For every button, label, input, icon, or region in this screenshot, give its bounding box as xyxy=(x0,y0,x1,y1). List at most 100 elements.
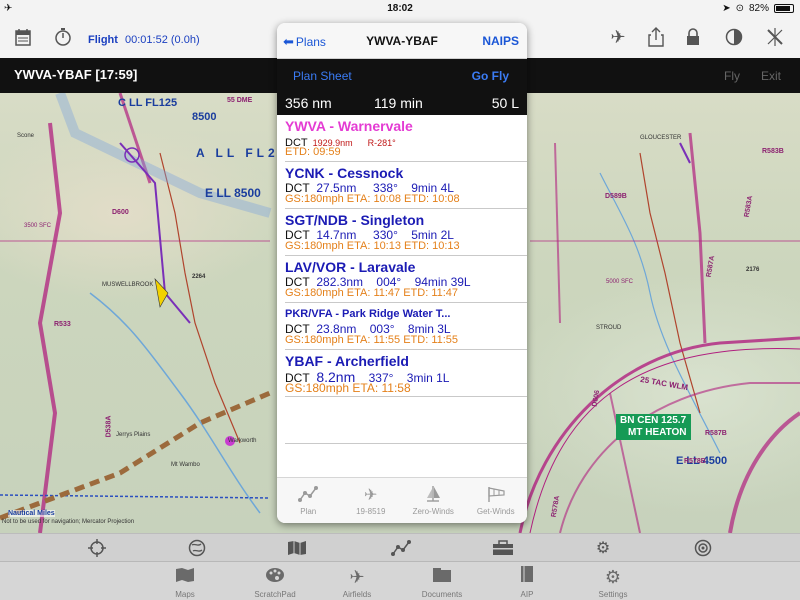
scale-label: Nautical Miles xyxy=(8,510,55,517)
map-label: C LL FL125 xyxy=(118,97,178,109)
map-icon[interactable] xyxy=(284,536,310,560)
map-label: D589B xyxy=(605,193,627,200)
tab-documents[interactable]: Documents xyxy=(407,564,477,599)
map-toolbar: ⚙ xyxy=(0,533,800,561)
brightness-icon[interactable] xyxy=(719,22,749,52)
waypoint-name: YWVA - Warnervale xyxy=(285,118,413,134)
crosshair-icon[interactable] xyxy=(84,536,110,560)
tab-maps[interactable]: Maps xyxy=(150,564,220,599)
airplane-icon: ✈ xyxy=(364,487,378,504)
map-icon xyxy=(150,564,220,590)
plan-sheet-button[interactable]: Plan Sheet xyxy=(293,69,352,83)
map-label: 2176 xyxy=(746,267,760,273)
tab-label: Documents xyxy=(421,590,463,599)
leg-radial: R-281° xyxy=(367,138,396,148)
battery-percent: 82% xyxy=(748,3,769,14)
globe-icon[interactable] xyxy=(184,536,210,560)
exit-button[interactable]: Exit xyxy=(761,69,781,83)
waypoint-name: YBAF - Archerfield xyxy=(285,353,409,369)
popover-nav-bar: ⬅ Plans YWVA-YBAF NAIPS xyxy=(277,23,527,59)
tab-airfields[interactable]: ✈ Airfields xyxy=(322,564,392,599)
lock-icon[interactable] xyxy=(678,22,708,52)
waypoint-row[interactable]: YWVA - Warnervale DCT 1929.9nm R-281° ET… xyxy=(285,115,527,162)
go-fly-button[interactable]: Go Fly xyxy=(472,69,509,83)
map-label: Warkworth xyxy=(228,438,257,444)
waypoint-row[interactable]: LAV/VOR - Laravale DCT 282.3nm 004° 94mi… xyxy=(285,256,527,303)
waypoint-row[interactable]: YCNK - Cessnock DCT 27.5nm 338° 9min 4L … xyxy=(285,162,527,209)
map-label: BN CEN 125.7 xyxy=(620,415,687,426)
total-time: 119 min xyxy=(374,95,423,111)
route-icon[interactable] xyxy=(388,536,414,560)
waypoint-row[interactable]: PKR/VFA - Park Ridge Water T... DCT 23.8… xyxy=(285,303,527,350)
map-label: R583B xyxy=(762,148,784,155)
map-label: D538A xyxy=(105,415,113,438)
settings-gear-icon[interactable]: ⚙ xyxy=(590,536,616,560)
status-time: 18:02 xyxy=(387,3,413,14)
map-label: Mt Wambo xyxy=(171,462,200,468)
tab-label: ScratchPad xyxy=(254,590,296,599)
naips-button[interactable]: NAIPS xyxy=(482,34,519,48)
waypoint-list: YWVA - Warnervale DCT 1929.9nm R-281° ET… xyxy=(277,115,527,444)
target-icon[interactable] xyxy=(690,536,716,560)
status-right: ➤ ⊙ 82% xyxy=(722,3,794,14)
tab-label: Get-Winds xyxy=(476,507,515,516)
tab-label: Maps xyxy=(175,590,195,599)
map-label: E LL 8500 xyxy=(205,186,261,200)
map-notice: Not to be used for navigation; Mercator … xyxy=(2,519,135,525)
book-icon xyxy=(492,564,562,590)
windsock-icon xyxy=(465,485,528,507)
map-label: 3500 SFC xyxy=(24,223,52,229)
tab-aip[interactable]: AIP xyxy=(492,564,562,599)
toolbox-icon[interactable] xyxy=(490,536,516,560)
gear-icon: ⚙ xyxy=(604,567,622,587)
palette-icon xyxy=(240,564,310,590)
no-gps-icon[interactable] xyxy=(760,22,790,52)
tab-aircraft[interactable]: ✈ 19-8519 xyxy=(340,478,403,523)
tab-label: Zero-Winds xyxy=(412,507,454,516)
map-label: 5000 SFC xyxy=(606,279,634,285)
popover-tab-bar: Plan ✈ 19-8519 Zero-Winds Get-Winds xyxy=(277,477,527,523)
route-title: YWVA-YBAF [17:59] xyxy=(14,67,138,82)
airplane-icon[interactable]: ✈ xyxy=(603,22,633,52)
map-label: R578B xyxy=(684,458,706,465)
tab-get-winds[interactable]: Get-Winds xyxy=(465,478,528,523)
status-bar: ✈ 18:02 ➤ ⊙ 82% xyxy=(0,0,800,18)
tab-label: AIP xyxy=(520,590,534,599)
route-icon xyxy=(277,485,340,507)
tab-scratchpad[interactable]: ScratchPad xyxy=(240,564,310,599)
calendar-icon[interactable] xyxy=(8,22,38,52)
main-tab-bar: Maps ScratchPad ✈ Airfields Documents AI… xyxy=(0,561,800,600)
waypoint-eta: GS:180mph ETA: 10:08 ETD: 10:08 xyxy=(285,193,460,205)
tab-label: 19-8519 xyxy=(356,507,386,516)
tab-plan[interactable]: Plan xyxy=(277,478,340,523)
location-icon: ➤ xyxy=(722,3,731,14)
map-frequency-box: BN CEN 125.7 MT HEATON xyxy=(616,414,691,440)
rotation-lock-icon: ⊙ xyxy=(735,3,744,14)
popover-actions: Plan Sheet Go Fly xyxy=(277,59,527,92)
waypoint-eta: GS:180mph ETA: 11:47 ETD: 11:47 xyxy=(285,287,459,299)
map-label: GLOUCESTER xyxy=(640,135,682,141)
map-label: MT HEATON xyxy=(628,427,687,438)
flight-label: Flight xyxy=(88,34,118,46)
airplane-icon: ✈ xyxy=(349,567,365,587)
total-distance: 356 nm xyxy=(285,95,332,111)
map-label: MUSWELLBROOK xyxy=(102,282,154,288)
tab-settings[interactable]: ⚙ Settings xyxy=(578,564,648,599)
waypoint-eta: GS:180mph ETA: 11:55 ETD: 11:55 xyxy=(285,334,459,346)
map-label: 2264 xyxy=(192,274,206,280)
waypoint-row[interactable]: SGT/NDB - Singleton DCT 14.7nm 330° 5min… xyxy=(285,209,527,256)
share-icon[interactable] xyxy=(641,22,671,52)
fly-button[interactable]: Fly xyxy=(724,69,740,83)
map-label: STROUD xyxy=(596,325,622,331)
waypoint-row[interactable]: YBAF - Archerfield DCT 8.2nm 337° 3min 1… xyxy=(285,350,527,397)
tab-zero-winds[interactable]: Zero-Winds xyxy=(402,478,465,523)
leg-time-fuel: 3min 1L xyxy=(406,371,450,385)
total-fuel: 50 L xyxy=(491,95,519,111)
waypoint-name: YCNK - Cessnock xyxy=(285,165,404,181)
map-label: Scone xyxy=(17,133,35,139)
stopwatch-icon[interactable] xyxy=(48,22,78,52)
map-label: 8500 xyxy=(192,111,217,123)
map-label: D600 xyxy=(112,209,129,216)
battery-icon xyxy=(774,4,794,13)
map-label: Jerrys Plains xyxy=(116,432,151,438)
